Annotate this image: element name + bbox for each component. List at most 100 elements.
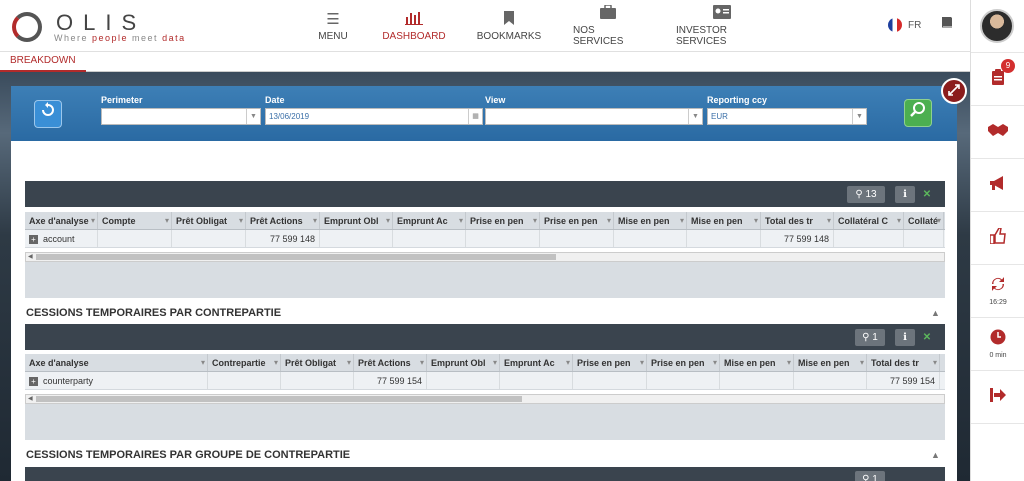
grid1-search-count[interactable]: ⚲ 13	[847, 186, 885, 203]
nav-investor-services[interactable]: INVESTOR SERVICES	[676, 0, 768, 52]
column-header[interactable]: Prise en pen ▾	[647, 354, 720, 371]
info-icon[interactable]: ℹ	[895, 329, 915, 346]
nav-nos-services[interactable]: NOS SERVICES	[573, 0, 643, 52]
book-icon[interactable]	[940, 16, 954, 33]
column-header[interactable]: Prêt Actions ▾	[246, 212, 320, 229]
info-icon[interactable]: ℹ	[895, 186, 915, 203]
expand-row-icon[interactable]: +	[29, 377, 38, 387]
filter-icon[interactable]: ▾	[165, 212, 169, 229]
column-header[interactable]: Emprunt Ac ▾	[393, 212, 466, 229]
grid2-column-headers: Axe d'analyse ▾ Contrepartie ▾ Prêt Obligat ▾…	[25, 354, 945, 372]
column-header[interactable]: Emprunt Obl ▾	[427, 354, 500, 371]
excel-export-icon[interactable]: ✕	[919, 186, 935, 203]
filter-icon[interactable]: ▾	[459, 212, 463, 229]
filter-icon[interactable]: ▾	[493, 354, 497, 371]
nav-bookmarks[interactable]: BOOKMARKS	[476, 0, 542, 52]
column-header[interactable]: Mise en pen ▾	[687, 212, 761, 229]
like-button[interactable]	[971, 211, 1024, 264]
reporting-ccy-select[interactable]: EUR ▼	[707, 108, 867, 125]
tab-breakdown[interactable]: BREAKDOWN	[0, 52, 86, 72]
grid2-horizontal-scrollbar[interactable]: ◀	[25, 394, 945, 404]
table-cell: 77 599 148	[246, 230, 320, 247]
calendar-icon[interactable]: ▦	[468, 109, 482, 124]
column-header[interactable]: Prise en pen ▾	[540, 212, 614, 229]
filter-icon[interactable]: ▾	[566, 354, 570, 371]
filter-icon[interactable]: ▾	[313, 212, 317, 229]
filter-icon[interactable]: ▾	[827, 212, 831, 229]
column-header[interactable]: Mise en pen ▾	[614, 212, 687, 229]
collapse-caret-icon[interactable]: ▲	[931, 308, 940, 318]
column-header[interactable]: Compte ▾	[98, 212, 172, 229]
scroll-left-icon[interactable]: ◀	[28, 253, 33, 261]
column-header[interactable]: Total des tr ▾	[867, 354, 940, 371]
nav-dashboard[interactable]: DASHBOARD	[380, 0, 448, 52]
filter-icon[interactable]: ▾	[937, 212, 941, 229]
grid2-search-count[interactable]: ⚲ 1	[855, 329, 885, 346]
olis-logo[interactable]: OLIS Where people meet data	[10, 8, 210, 46]
column-header[interactable]: Contrepartie ▾	[208, 354, 281, 371]
column-header[interactable]: Prise en pen ▾	[573, 354, 647, 371]
reset-button[interactable]	[34, 100, 62, 128]
perimeter-select[interactable]: ▼	[101, 108, 261, 125]
language-switcher[interactable]: FR	[888, 18, 921, 32]
column-header[interactable]: Collaté ▾	[904, 212, 944, 229]
announcements-button[interactable]	[971, 158, 1024, 211]
filter-icon[interactable]: ▾	[860, 354, 864, 371]
handshake-button[interactable]	[971, 105, 1024, 158]
filter-icon[interactable]: ▾	[680, 212, 684, 229]
breakdown-panel: Perimeter ▼ Date 13/06/2019 ▦ View ▼ Rep…	[11, 78, 967, 481]
column-header-label: Mise en pen	[798, 358, 850, 368]
filter-icon[interactable]: ▾	[754, 212, 758, 229]
column-header[interactable]: Mise en pen ▾	[720, 354, 794, 371]
table-row[interactable]: + counterparty 77 599 154 77 599 154	[25, 372, 945, 390]
filter-icon[interactable]: ▾	[787, 354, 791, 371]
search-button[interactable]	[904, 99, 932, 127]
excel-export-icon[interactable]: ✕	[919, 329, 935, 346]
filter-icon[interactable]: ▾	[933, 354, 937, 371]
refresh-time-button[interactable]: 16:29	[971, 264, 1024, 317]
column-header[interactable]: Collatéral C ▾	[834, 212, 904, 229]
scroll-left-icon[interactable]: ◀	[28, 395, 33, 403]
filter-icon[interactable]: ▾	[239, 212, 243, 229]
column-header[interactable]: Mise en pen ▾	[794, 354, 867, 371]
grid1-horizontal-scrollbar[interactable]: ◀	[25, 252, 945, 262]
tab-bar: BREAKDOWN	[0, 52, 970, 72]
column-header[interactable]: Axe d'analyse ▾	[25, 212, 98, 229]
avatar[interactable]	[980, 9, 1014, 43]
filter-icon[interactable]: ▾	[897, 212, 901, 229]
bar-chart-icon	[405, 11, 423, 31]
column-header[interactable]: Emprunt Ac ▾	[500, 354, 573, 371]
view-select[interactable]: ▼	[485, 108, 703, 125]
column-header[interactable]: Prêt Actions ▾	[354, 354, 427, 371]
expand-row-icon[interactable]: +	[29, 235, 38, 245]
filter-icon[interactable]: ▾	[533, 212, 537, 229]
sync-icon	[990, 276, 1006, 297]
column-header[interactable]: Prêt Obligat ▾	[281, 354, 354, 371]
filter-icon[interactable]: ▾	[640, 354, 644, 371]
filter-icon[interactable]: ▾	[607, 212, 611, 229]
column-header[interactable]: Emprunt Obl ▾	[320, 212, 393, 229]
column-header[interactable]: Prêt Obligat ▾	[172, 212, 246, 229]
date-field[interactable]: 13/06/2019 ▦	[265, 108, 483, 125]
column-header[interactable]: Total des tr ▾	[761, 212, 834, 229]
filter-icon[interactable]: ▾	[201, 354, 205, 371]
collapse-caret-icon[interactable]: ▲	[931, 450, 940, 460]
filter-icon[interactable]: ▾	[713, 354, 717, 371]
grid3-search-count[interactable]: ⚲ 1	[855, 471, 885, 481]
grid3-count: 1	[872, 474, 878, 481]
filter-icon[interactable]: ▾	[91, 212, 95, 229]
filter-icon[interactable]: ▾	[386, 212, 390, 229]
table-row[interactable]: + account 77 599 148 77 599 148	[25, 230, 945, 248]
filter-icon[interactable]: ▾	[274, 354, 278, 371]
logout-button[interactable]	[971, 370, 1024, 423]
expand-button[interactable]	[941, 78, 967, 104]
notifications-button[interactable]: 9	[971, 52, 1024, 105]
nav-menu[interactable]: ☰ MENU	[312, 0, 354, 52]
filter-icon[interactable]: ▾	[420, 354, 424, 371]
column-header[interactable]: Axe d'analyse ▾	[25, 354, 208, 371]
column-header[interactable]: Prise en pen ▾	[466, 212, 540, 229]
scroll-thumb[interactable]	[36, 396, 522, 402]
scroll-thumb[interactable]	[36, 254, 556, 260]
filter-icon[interactable]: ▾	[347, 354, 351, 371]
timer-button[interactable]: 0 min	[971, 317, 1024, 370]
